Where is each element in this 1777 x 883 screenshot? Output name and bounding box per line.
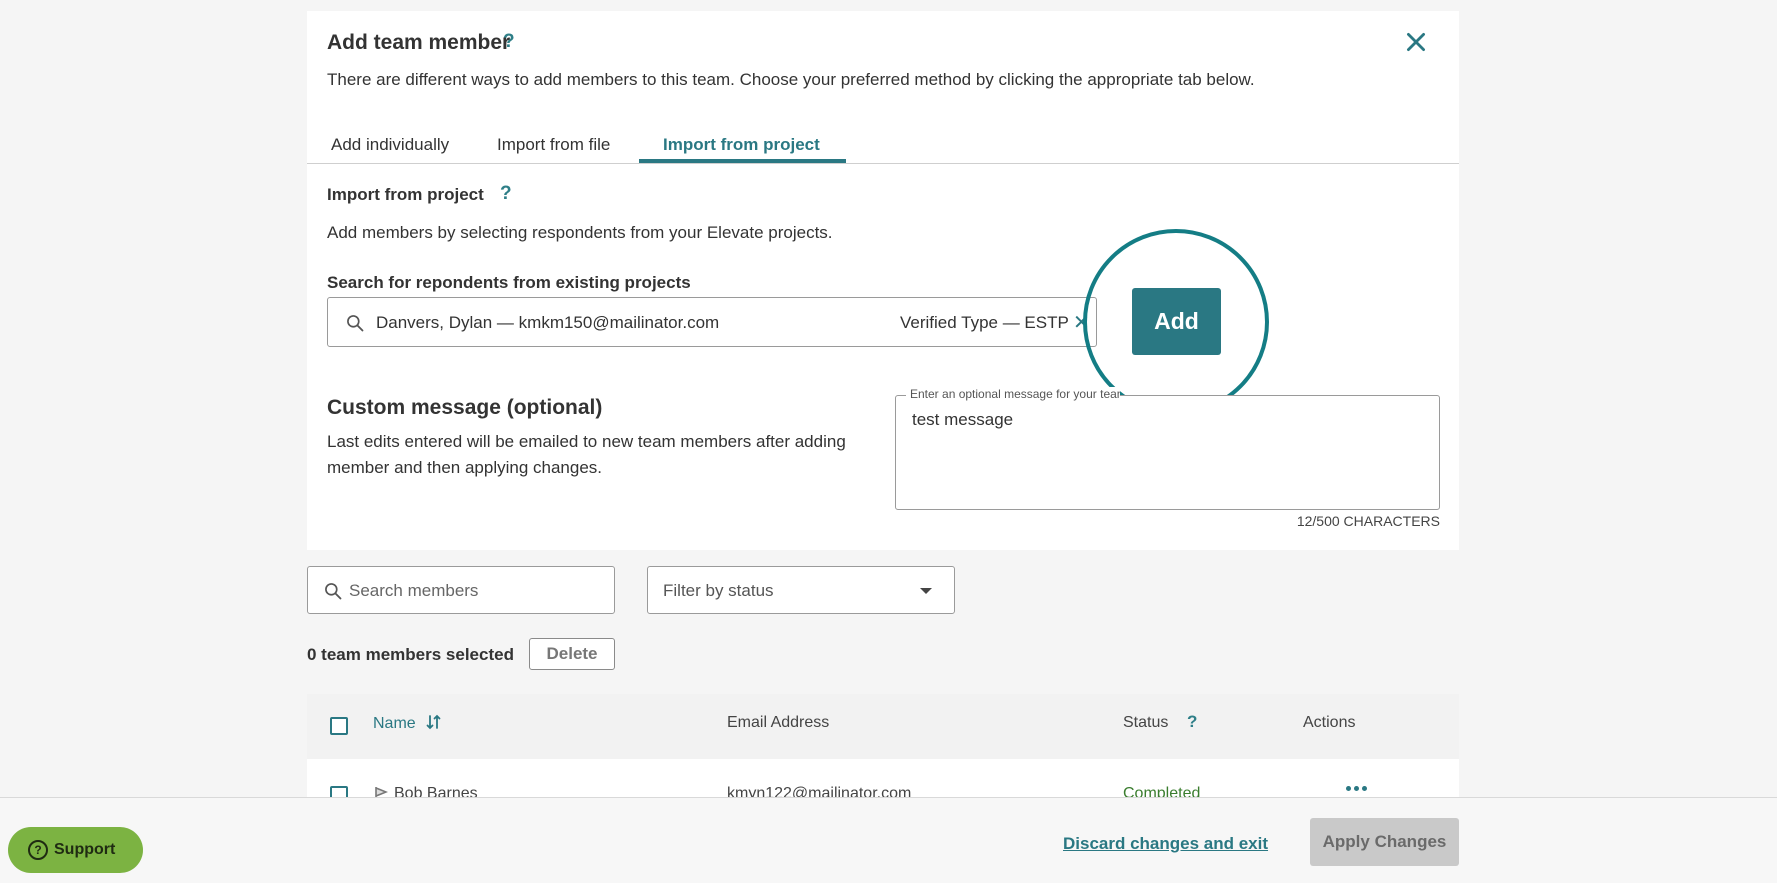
caret-down-icon: [920, 588, 932, 594]
dialog-description: There are different ways to add members …: [327, 70, 1255, 89]
name-column-label: Name: [373, 715, 416, 732]
apply-changes-button[interactable]: Apply Changes: [1310, 818, 1459, 866]
character-count: 12/500 CHARACTERS: [1296, 513, 1440, 529]
name-column-header[interactable]: Name: [373, 714, 442, 733]
project-search-input[interactable]: Danvers, Dylan — kmkm150@mailinator.com …: [327, 297, 1097, 347]
table-header: Name Email Address Status ? Actions: [307, 694, 1459, 759]
message-value: test message: [912, 410, 1014, 429]
selected-respondent: Danvers, Dylan — kmkm150@mailinator.com: [376, 313, 720, 332]
status-help-icon[interactable]: ?: [1187, 712, 1197, 732]
import-project-title: Import from project: [327, 185, 484, 204]
more-actions-icon[interactable]: [1346, 786, 1367, 791]
respondent-type: Verified Type — ESTP: [900, 313, 1069, 332]
search-members-placeholder: Search members: [349, 581, 479, 600]
actions-column-header: Actions: [1303, 714, 1356, 731]
status-filter-select[interactable]: Filter by status: [647, 566, 955, 614]
select-all-checkbox[interactable]: [330, 717, 348, 735]
email-column-header: Email Address: [727, 714, 830, 731]
tab-import-from-project[interactable]: Import from project: [663, 135, 820, 155]
custom-message-title: Custom message (optional): [327, 396, 603, 419]
import-project-description: Add members by selecting respondents fro…: [327, 223, 833, 242]
add-button[interactable]: Add: [1132, 288, 1221, 355]
close-icon[interactable]: [1403, 29, 1429, 55]
help-circle-icon: ?: [28, 840, 48, 860]
message-field-label: Enter an optional message for your team: [906, 387, 1120, 401]
custom-message-description: Last edits entered will be emailed to ne…: [327, 432, 846, 477]
tab-add-individually[interactable]: Add individually: [331, 135, 449, 155]
search-members-input[interactable]: Search members: [307, 566, 615, 614]
tab-import-from-file[interactable]: Import from file: [497, 135, 610, 155]
delete-button[interactable]: Delete: [529, 638, 615, 670]
support-button[interactable]: ? Support: [8, 827, 143, 873]
title-help-icon[interactable]: ?: [503, 31, 515, 53]
discard-changes-link[interactable]: Discard changes and exit: [1063, 834, 1268, 854]
custom-message-textarea[interactable]: Enter an optional message for your team …: [895, 387, 1440, 510]
project-search-label: Search for repondents from existing proj…: [327, 273, 691, 292]
sort-icon[interactable]: [426, 714, 442, 730]
status-filter-placeholder: Filter by status: [663, 581, 774, 600]
status-column-header: Status: [1123, 714, 1169, 731]
footer-bar: ? Support Discard changes and exit Apply…: [0, 797, 1777, 883]
search-icon: [325, 583, 342, 600]
dialog-title: Add team member: [327, 31, 511, 54]
tab-bar: Add individually Import from file Import…: [307, 119, 1459, 164]
add-team-member-dialog: Add team member ? There are different wa…: [307, 11, 1459, 550]
selected-count: 0 team members selected: [307, 645, 514, 664]
search-icon: [347, 315, 364, 332]
import-help-icon[interactable]: ?: [500, 183, 512, 205]
support-label: Support: [54, 841, 116, 858]
active-tab-indicator: [639, 159, 846, 163]
